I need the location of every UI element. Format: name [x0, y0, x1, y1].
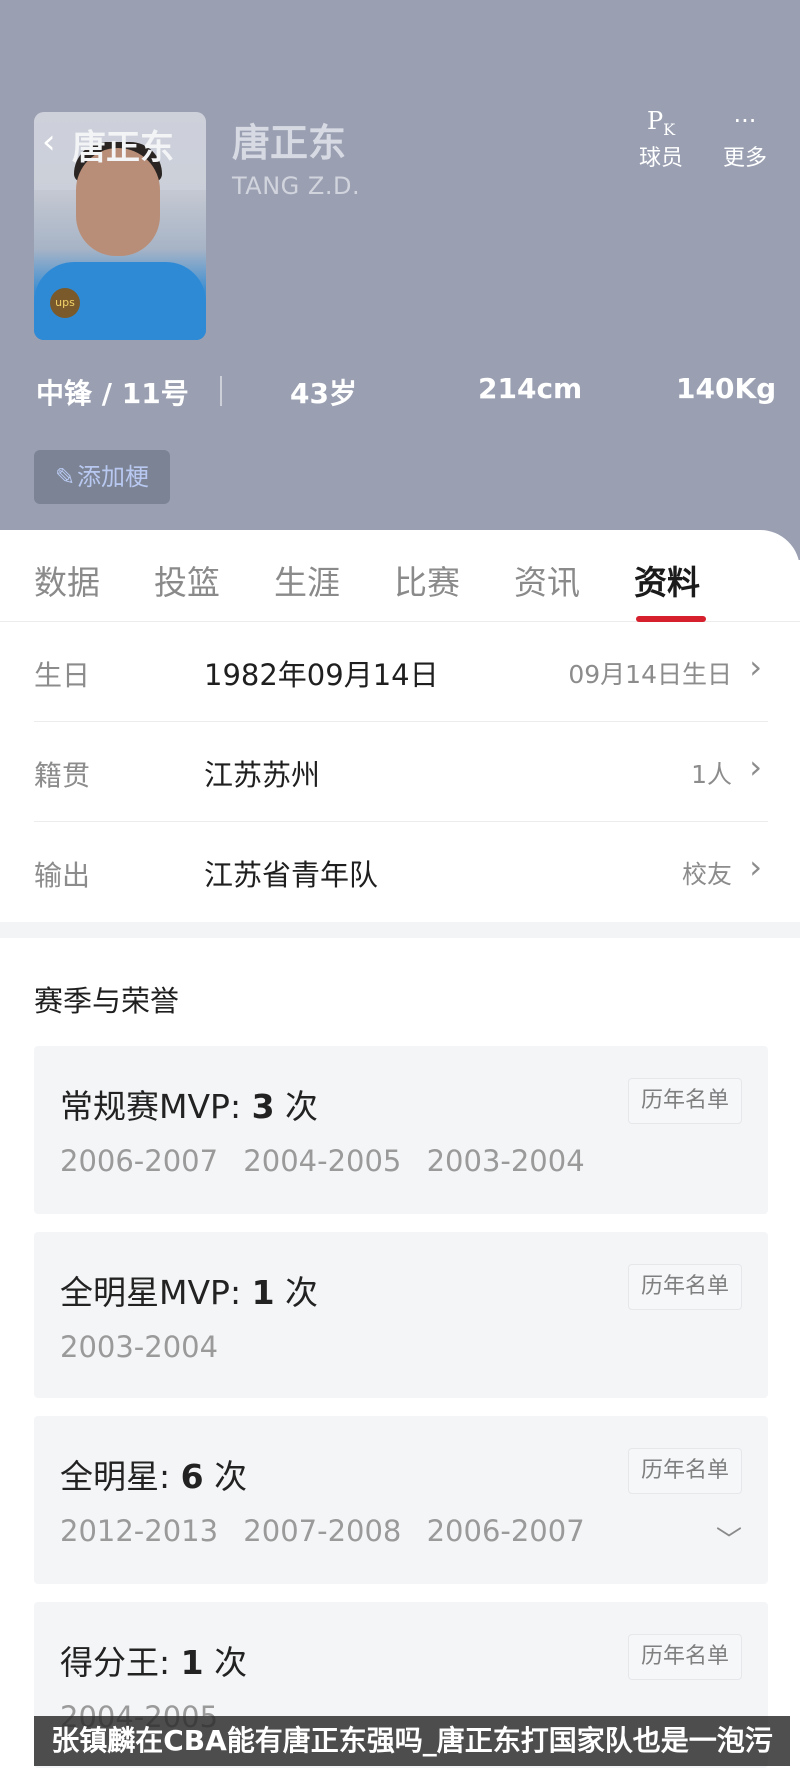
honor-card[interactable]: 常规赛MVP: 3 次 2006-2007 2004-2005 2003-200…	[34, 1046, 768, 1214]
honor-year: 2004-2005	[243, 1144, 402, 1178]
honor-year: 2012-2013	[60, 1514, 219, 1548]
chevron-right-icon: ›	[749, 848, 762, 886]
profile-link: 09月14日生日	[568, 660, 732, 689]
chevron-down-icon[interactable]: ﹀	[716, 1520, 742, 1557]
back-icon[interactable]: ‹	[42, 122, 56, 162]
info-divider	[220, 376, 222, 406]
profile-value: 江苏省青年队	[204, 858, 379, 892]
tab-profile[interactable]: 资料	[634, 556, 700, 604]
honor-years: 2006-2007 2004-2005 2003-2004	[60, 1144, 601, 1178]
section-divider	[0, 922, 800, 938]
pk-icon: PK	[646, 107, 676, 139]
player-name-en: TANG Z.D.	[232, 172, 361, 200]
tab-bar: 数据 投篮 生涯 比赛 资讯 资料	[0, 530, 800, 622]
tab-stats[interactable]: 数据	[34, 556, 100, 604]
honor-years: 2003-2004	[60, 1330, 234, 1364]
history-list-button[interactable]: 历年名单	[628, 1264, 742, 1310]
honor-year: 2003-2004	[60, 1330, 219, 1364]
honor-card[interactable]: 全明星: 6 次 2012-2013 2007-2008 2006-2007 历…	[34, 1416, 768, 1584]
profile-row-birthday[interactable]: 生日 1982年09月14日 09月14日生日 ›	[34, 622, 768, 722]
player-name-cn: 唐正东	[232, 121, 347, 165]
honor-title: 常规赛MVP: 3 次	[60, 1087, 319, 1126]
more-button[interactable]: ··· 更多	[710, 104, 780, 172]
honor-title: 得分王: 1 次	[60, 1643, 248, 1682]
chevron-right-icon: ›	[749, 648, 762, 686]
history-list-button[interactable]: 历年名单	[628, 1634, 742, 1680]
player-weight: 140Kg	[676, 372, 777, 405]
profile-value: 江苏苏州	[204, 758, 321, 792]
profile-value: 1982年09月14日	[204, 658, 439, 692]
player-header: ups ‹ 唐正东 唐正东 TANG Z.D. PK 球员 ··· 更多 中锋 …	[0, 0, 800, 560]
profile-key: 生日	[34, 659, 91, 692]
profile-key: 输出	[34, 859, 91, 892]
honor-year: 2003-2004	[426, 1144, 585, 1178]
honor-title: 全明星MVP: 1 次	[60, 1273, 319, 1312]
video-caption: 张镇麟在CBA能有唐正东强吗_唐正东打国家队也是一泡污	[34, 1716, 790, 1766]
tab-news[interactable]: 资讯	[514, 556, 580, 604]
honor-year: 2007-2008	[243, 1514, 402, 1548]
tab-shooting[interactable]: 投篮	[154, 556, 220, 604]
pk-player-button[interactable]: PK 球员	[626, 104, 696, 172]
profile-key: 籍贯	[34, 759, 91, 792]
chevron-right-icon: ›	[749, 748, 762, 786]
honors-section-title: 赛季与荣誉	[34, 984, 180, 1018]
honor-title: 全明星: 6 次	[60, 1457, 248, 1496]
more-label: 更多	[722, 146, 767, 171]
pencil-icon: ✎	[54, 463, 76, 491]
pk-label: 球员	[638, 146, 683, 171]
more-icon: ···	[733, 107, 757, 135]
content-sheet: 数据 投篮 生涯 比赛 资讯 资料 生日 1982年09月14日 09月14日生…	[0, 530, 800, 1768]
honor-year: 2006-2007	[426, 1514, 585, 1548]
profile-link: 校友	[681, 860, 732, 889]
history-list-button[interactable]: 历年名单	[628, 1448, 742, 1494]
honor-years: 2012-2013 2007-2008 2006-2007	[60, 1514, 601, 1548]
tab-career[interactable]: 生涯	[274, 556, 340, 604]
profile-row-hometown[interactable]: 籍贯 江苏苏州 1人 ›	[34, 722, 768, 822]
history-list-button[interactable]: 历年名单	[628, 1078, 742, 1124]
player-height: 214cm	[478, 372, 583, 405]
tab-games[interactable]: 比赛	[394, 556, 460, 604]
player-info-row: 中锋 / 11号 43岁 214cm 140Kg	[0, 372, 800, 412]
honor-card[interactable]: 全明星MVP: 1 次 2003-2004 历年名单	[34, 1232, 768, 1398]
profile-row-origin[interactable]: 输出 江苏省青年队 校友 ›	[34, 822, 768, 922]
add-meme-button[interactable]: ✎添加梗	[34, 450, 170, 504]
add-meme-label: 添加梗	[77, 463, 150, 491]
jersey-logo: ups	[50, 288, 80, 318]
honor-year: 2006-2007	[60, 1144, 219, 1178]
profile-link: 1人	[691, 760, 732, 789]
position-number: 中锋 / 11号	[36, 377, 189, 410]
photo-overlay-name: 唐正东	[72, 128, 174, 168]
player-age: 43岁	[290, 377, 357, 410]
